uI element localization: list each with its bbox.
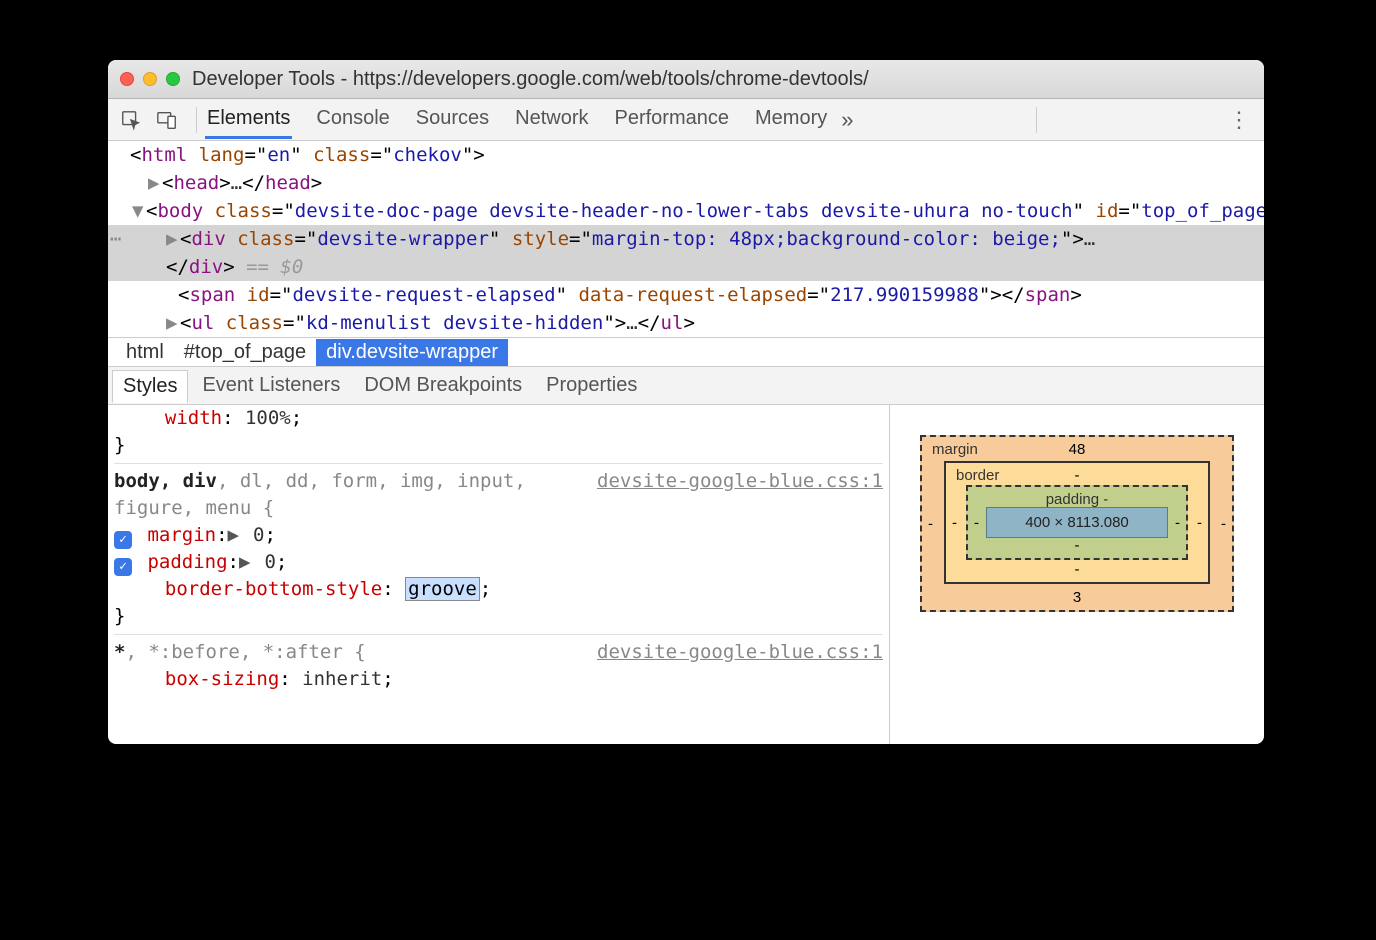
- box-model-border[interactable]: border - - - - padding - - - - 400 × 811…: [944, 461, 1210, 584]
- dom-node-selected[interactable]: ⋯ ▶<div class="devsite-wrapper" style="m…: [108, 225, 1264, 281]
- separator: [1036, 107, 1037, 133]
- dom-node-head[interactable]: ▶<head>…</head>: [108, 169, 1264, 197]
- expand-arrow-icon[interactable]: ▶: [148, 169, 162, 197]
- styles-pane[interactable]: width: 100%; } devsite-google-blue.css:1…: [108, 405, 890, 744]
- panel-tabs: Elements Console Sources Network Perform…: [205, 101, 829, 139]
- tab-memory[interactable]: Memory: [753, 101, 829, 139]
- dom-node-span[interactable]: <span id="devsite-request-elapsed" data-…: [108, 281, 1264, 309]
- style-rule[interactable]: width: 100%; }: [114, 405, 883, 464]
- bottom-panels: width: 100%; } devsite-google-blue.css:1…: [108, 405, 1264, 744]
- devtools-window: Developer Tools - https://developers.goo…: [108, 60, 1264, 744]
- tab-elements[interactable]: Elements: [205, 101, 292, 139]
- style-rule[interactable]: devsite-google-blue.css:1body, div, dl, …: [114, 468, 883, 635]
- dom-node-ul[interactable]: ▶<ul class="kd-menulist devsite-hidden">…: [108, 309, 1264, 337]
- style-declaration[interactable]: ✓ padding:▶ 0;: [114, 549, 883, 576]
- settings-menu-icon[interactable]: ⋮: [1228, 107, 1250, 133]
- tab-performance[interactable]: Performance: [613, 101, 732, 139]
- collapse-arrow-icon[interactable]: ▼: [132, 197, 146, 225]
- expand-arrow-icon[interactable]: ▶: [239, 549, 253, 576]
- subtab-dom-breakpoints[interactable]: DOM Breakpoints: [354, 370, 532, 401]
- subtab-properties[interactable]: Properties: [536, 370, 647, 401]
- tab-network[interactable]: Network: [513, 101, 590, 139]
- device-toggle-icon[interactable]: [152, 105, 182, 135]
- subtab-event-listeners[interactable]: Event Listeners: [192, 370, 350, 401]
- checkbox-icon[interactable]: ✓: [114, 531, 132, 549]
- box-model-content[interactable]: 400 × 8113.080: [986, 507, 1168, 538]
- expand-arrow-icon[interactable]: ▶: [228, 522, 242, 549]
- value-editor-input[interactable]: groove: [405, 577, 480, 601]
- close-icon[interactable]: [120, 72, 134, 86]
- expand-arrow-icon[interactable]: ▶: [166, 309, 180, 337]
- minimize-icon[interactable]: [143, 72, 157, 86]
- breadcrumb: html #top_of_page div.devsite-wrapper: [108, 337, 1264, 367]
- dom-tree[interactable]: <html lang="en" class="chekov"> ▶<head>……: [108, 141, 1264, 337]
- source-link[interactable]: devsite-google-blue.css:1: [597, 639, 883, 666]
- tab-console[interactable]: Console: [314, 101, 391, 139]
- subtab-styles[interactable]: Styles: [112, 370, 188, 403]
- checkbox-icon[interactable]: ✓: [114, 558, 132, 576]
- crumb-body[interactable]: #top_of_page: [174, 339, 316, 366]
- style-declaration-editing[interactable]: border-bottom-style: groove;: [114, 576, 883, 603]
- window-title: Developer Tools - https://developers.goo…: [192, 68, 869, 91]
- ellipsis-icon[interactable]: ⋯: [110, 225, 121, 253]
- box-model-padding[interactable]: padding - - - - 400 × 8113.080: [966, 485, 1188, 560]
- source-link[interactable]: devsite-google-blue.css:1: [597, 468, 883, 495]
- style-rule[interactable]: devsite-google-blue.css:1*, *:before, *:…: [114, 639, 883, 693]
- dom-node-body[interactable]: ▼<body class="devsite-doc-page devsite-h…: [108, 197, 1264, 225]
- box-model-pane: margin 48 - - 3 border - - - - padding -…: [890, 405, 1264, 744]
- more-tabs-icon[interactable]: »: [841, 107, 853, 133]
- main-toolbar: Elements Console Sources Network Perform…: [108, 99, 1264, 141]
- crumb-selected[interactable]: div.devsite-wrapper: [316, 339, 508, 366]
- style-declaration[interactable]: box-sizing: inherit;: [114, 666, 883, 693]
- box-model-margin[interactable]: margin 48 - - 3 border - - - - padding -…: [920, 435, 1234, 612]
- maximize-icon[interactable]: [166, 72, 180, 86]
- tab-sources[interactable]: Sources: [414, 101, 491, 139]
- titlebar: Developer Tools - https://developers.goo…: [108, 60, 1264, 99]
- expand-arrow-icon[interactable]: ▶: [166, 225, 180, 253]
- sidebar-tabs: Styles Event Listeners DOM Breakpoints P…: [108, 367, 1264, 405]
- separator: [196, 107, 197, 133]
- crumb-html[interactable]: html: [116, 339, 174, 366]
- style-declaration[interactable]: ✓ margin:▶ 0;: [114, 522, 883, 549]
- traffic-lights: [120, 72, 180, 86]
- inspect-element-icon[interactable]: [116, 105, 146, 135]
- dom-node-html[interactable]: <html lang="en" class="chekov">: [108, 141, 1264, 169]
